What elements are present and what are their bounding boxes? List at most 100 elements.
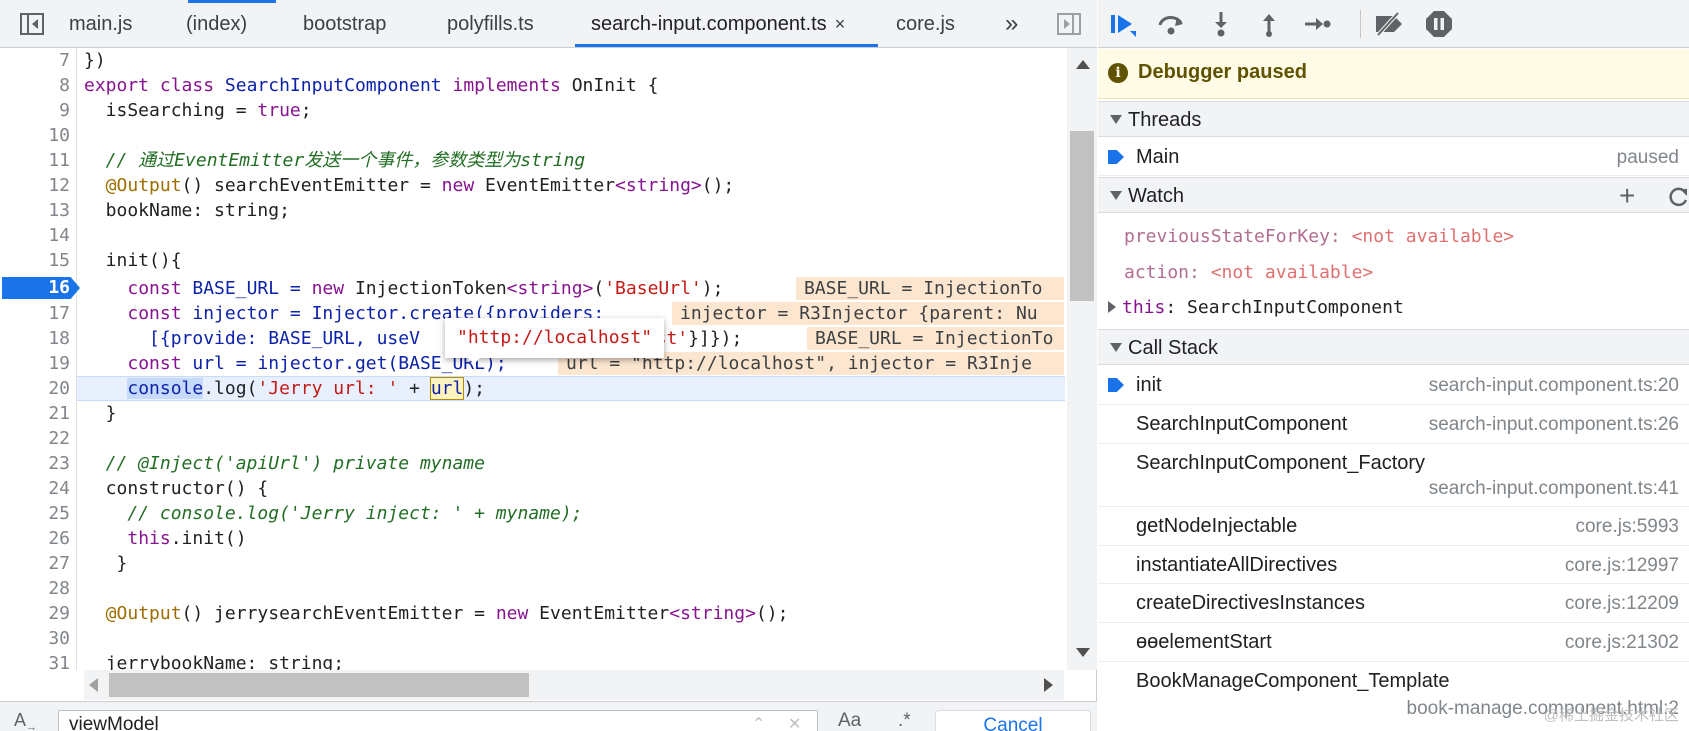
- frame-location[interactable]: search-input.component.ts:41: [1429, 478, 1679, 500]
- code-line-26: this.init(): [127, 528, 247, 549]
- scroll-up-icon[interactable]: [1076, 60, 1090, 69]
- line-number[interactable]: 21: [0, 401, 70, 426]
- line-number[interactable]: 23: [0, 451, 70, 476]
- line-number[interactable]: 17: [0, 301, 70, 326]
- frame-location[interactable]: search-input.component.ts:20: [1429, 375, 1679, 397]
- toggle-navigator-icon[interactable]: [18, 10, 46, 38]
- watch-expression[interactable]: action: <not available>: [1124, 256, 1373, 289]
- add-watch-icon[interactable]: +: [1619, 180, 1635, 212]
- code-lines[interactable]: }) export class SearchInputComponent imp…: [84, 48, 1064, 670]
- line-number[interactable]: 9: [0, 98, 70, 123]
- frame-location[interactable]: core.js:12997: [1565, 555, 1679, 577]
- line-number[interactable]: 29: [0, 601, 70, 626]
- replace-toggle-icon[interactable]: A→: [14, 710, 37, 731]
- line-number[interactable]: 13: [0, 198, 70, 223]
- find-next-icon[interactable]: ✕: [788, 714, 801, 731]
- frame-name: SearchInputComponent_Factory: [1136, 452, 1426, 474]
- frame-name: instantiateAllDirectives: [1136, 554, 1338, 576]
- code-editor[interactable]: 7 8 9 10 11 12 13 14 15 16 17 18 19 20 2…: [0, 48, 1065, 670]
- line-number[interactable]: 24: [0, 476, 70, 501]
- line-number[interactable]: 22: [0, 426, 70, 451]
- toggle-debugger-icon[interactable]: [1055, 10, 1083, 38]
- code-line-15: init(){: [84, 250, 182, 271]
- code-line-27: }: [84, 553, 128, 574]
- watch-expression[interactable]: previousStateForKey: <not available>: [1124, 220, 1514, 253]
- line-number[interactable]: 14: [0, 223, 70, 248]
- line-number[interactable]: 31: [0, 651, 70, 670]
- expand-triangle-icon: [1110, 191, 1122, 200]
- call-frame[interactable]: ɵɵelementStart core.js:21302: [1098, 623, 1689, 662]
- step-icon[interactable]: [1300, 8, 1334, 40]
- frame-location[interactable]: core.js:5993: [1575, 516, 1679, 538]
- call-frame[interactable]: init search-input.component.ts:20: [1098, 366, 1689, 405]
- frame-location[interactable]: core.js:12209: [1565, 593, 1679, 615]
- find-input[interactable]: [58, 710, 818, 731]
- line-number[interactable]: 18: [0, 326, 70, 351]
- frame-name: getNodeInjectable: [1136, 515, 1298, 537]
- step-over-icon[interactable]: [1154, 8, 1188, 40]
- line-number[interactable]: 15: [0, 248, 70, 273]
- breakpoint-line-number[interactable]: 16: [0, 275, 70, 300]
- scroll-right-icon[interactable]: [1044, 678, 1053, 692]
- tab-main-js[interactable]: main.js: [69, 0, 132, 48]
- step-into-icon[interactable]: [1204, 8, 1238, 40]
- line-number[interactable]: 7: [0, 48, 70, 73]
- call-stack-section-header[interactable]: Call Stack: [1098, 329, 1689, 365]
- regex-button[interactable]: .*: [898, 710, 911, 731]
- inline-value-line-17: injector = R3Injector {parent: Nu: [672, 302, 1064, 325]
- current-frame-arrow-icon: [1108, 378, 1124, 392]
- match-case-button[interactable]: Aa: [838, 710, 861, 731]
- sources-editor-pane: main.js (index) bootstrap polyfills.ts s…: [0, 0, 1097, 731]
- section-title: Threads: [1128, 109, 1202, 131]
- find-previous-icon[interactable]: ⌃: [752, 714, 765, 731]
- refresh-watch-icon[interactable]: [1666, 186, 1689, 213]
- horizontal-scrollbar[interactable]: [84, 670, 1064, 700]
- cancel-button[interactable]: Cancel: [935, 710, 1091, 731]
- line-number[interactable]: 30: [0, 626, 70, 651]
- line-number[interactable]: 19: [0, 351, 70, 376]
- scroll-left-icon[interactable]: [89, 678, 98, 692]
- threads-section-header[interactable]: Threads: [1098, 101, 1689, 137]
- watch-section-header[interactable]: Watch +: [1098, 177, 1689, 213]
- frame-location[interactable]: search-input.component.ts:26: [1429, 414, 1679, 436]
- thread-item-main[interactable]: Main paused: [1098, 138, 1689, 176]
- tab-index[interactable]: (index): [186, 0, 247, 48]
- tab-core-js[interactable]: core.js: [896, 0, 955, 48]
- resume-icon[interactable]: [1106, 8, 1140, 40]
- line-number[interactable]: 12: [0, 173, 70, 198]
- call-frame[interactable]: getNodeInjectable core.js:5993: [1098, 507, 1689, 546]
- vertical-scrollbar[interactable]: [1067, 48, 1097, 670]
- deactivate-breakpoints-icon[interactable]: [1372, 8, 1406, 40]
- frame-location[interactable]: core.js:21302: [1565, 632, 1679, 654]
- frame-name: init: [1136, 374, 1162, 396]
- horizontal-scroll-thumb[interactable]: [109, 673, 529, 697]
- call-frame[interactable]: instantiateAllDirectives core.js:12997: [1098, 546, 1689, 584]
- pause-on-exceptions-icon[interactable]: [1422, 8, 1456, 40]
- close-icon[interactable]: ×: [835, 14, 846, 34]
- scroll-down-icon[interactable]: [1076, 648, 1090, 657]
- line-number[interactable]: 8: [0, 73, 70, 98]
- call-frame[interactable]: SearchInputComponent_Factory search-inpu…: [1098, 444, 1689, 507]
- line-number[interactable]: 10: [0, 123, 70, 148]
- call-frame[interactable]: SearchInputComponent search-input.compon…: [1098, 405, 1689, 444]
- line-number[interactable]: 27: [0, 551, 70, 576]
- hovered-variable-url[interactable]: url: [429, 377, 465, 400]
- line-number[interactable]: 25: [0, 501, 70, 526]
- tab-polyfills[interactable]: polyfills.ts: [447, 0, 534, 48]
- call-frame[interactable]: createDirectivesInstances core.js:12209: [1098, 584, 1689, 623]
- inline-value-line-18: BASE_URL = InjectionTo: [807, 327, 1064, 350]
- line-number[interactable]: 11: [0, 148, 70, 173]
- step-out-icon[interactable]: [1252, 8, 1286, 40]
- tab-bootstrap[interactable]: bootstrap: [303, 0, 386, 48]
- line-number-gutter[interactable]: 7 8 9 10 11 12 13 14 15 16 17 18 19 20 2…: [0, 48, 80, 670]
- thread-status: paused: [1616, 147, 1679, 168]
- vertical-scroll-thumb[interactable]: [1070, 131, 1094, 301]
- watch-this-expression[interactable]: this: SearchInputComponent: [1108, 291, 1404, 324]
- tab-search-input-component[interactable]: search-input.component.ts ×: [591, 0, 845, 48]
- more-tabs-icon[interactable]: »: [1005, 0, 1018, 48]
- line-number[interactable]: 20: [0, 376, 70, 401]
- line-number[interactable]: 28: [0, 576, 70, 601]
- line-number[interactable]: 26: [0, 526, 70, 551]
- expand-triangle-icon: [1110, 343, 1122, 352]
- code-line-29: @Output() jerrysearchEventEmitter = new …: [84, 603, 789, 624]
